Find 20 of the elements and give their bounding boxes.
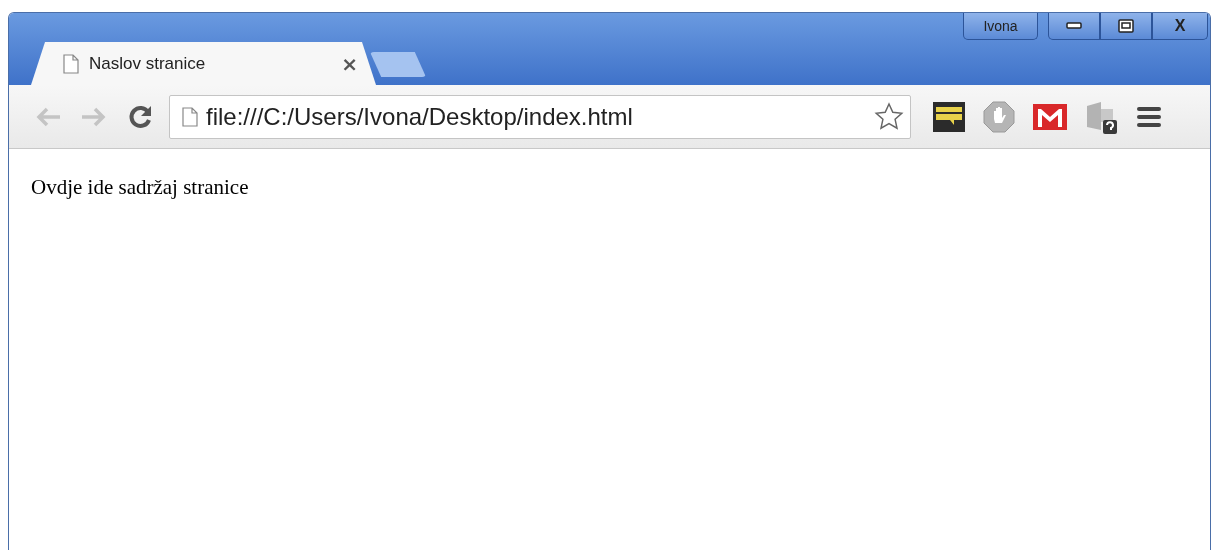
url-text: file:///C:/Users/Ivona/Desktop/index.html (206, 102, 634, 131)
tab-close-button[interactable]: × (341, 51, 358, 76)
office-mail-icon[interactable] (1085, 99, 1119, 134)
profile-button[interactable]: Ivona (963, 13, 1038, 40)
menu-icon[interactable] (1137, 105, 1161, 128)
hand-stop-icon[interactable] (983, 100, 1015, 133)
close-button[interactable]: X (1152, 13, 1208, 40)
maximize-icon (1118, 19, 1134, 33)
reload-icon[interactable] (127, 103, 153, 130)
address-bar[interactable]: file:///C:/Users/Ivona/Desktop/index.html (169, 94, 911, 139)
page-text: Ovdje ide sadržaj stranice (31, 175, 249, 199)
minimize-button[interactable] (1048, 13, 1100, 40)
star-icon[interactable] (874, 101, 904, 132)
maximize-button[interactable] (1100, 13, 1152, 40)
page-icon (182, 106, 198, 127)
notes-extension-icon[interactable] (933, 101, 965, 132)
page-icon (63, 53, 79, 74)
mail-icon[interactable] (1033, 103, 1067, 130)
tab[interactable]: Naslov stranice × (31, 42, 376, 85)
minimize-icon (1066, 22, 1082, 30)
